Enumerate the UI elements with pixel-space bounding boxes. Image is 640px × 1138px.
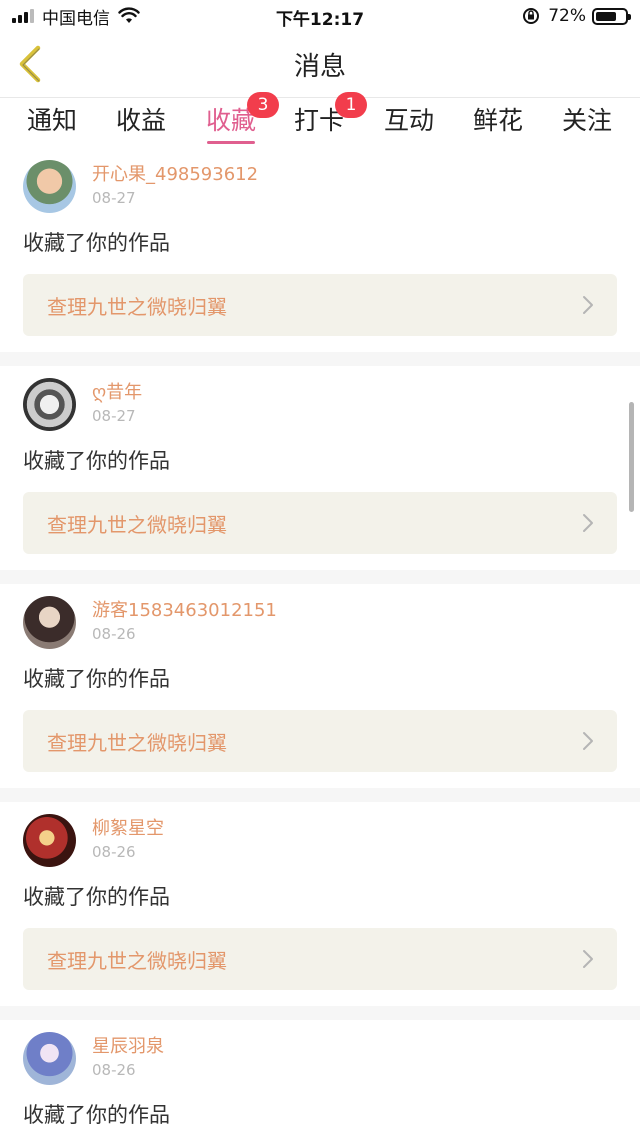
avatar[interactable]: [23, 595, 76, 649]
chevron-right-icon: [583, 296, 593, 314]
tab-follows[interactable]: 关注: [559, 104, 615, 146]
chevron-right-icon: [583, 732, 593, 750]
user-row: 游客1583463012151 08-26: [23, 592, 617, 652]
user-row: ღ昔年 08-27: [23, 374, 617, 434]
username[interactable]: 柳絮星空: [92, 817, 164, 841]
tab-bar: 通知 收益 收藏 3 打卡 1 互动 鲜花 关注: [0, 92, 640, 148]
battery-percent: 72%: [548, 6, 586, 26]
action-text: 收藏了你的作品: [23, 231, 170, 255]
tab-label: 互动: [383, 106, 434, 135]
work-title: 查理九世之微晓归翼: [47, 294, 227, 319]
user-row: 柳絮星空 08-26: [23, 810, 617, 870]
rotation-lock-icon: [523, 8, 540, 24]
tab-favorites[interactable]: 收藏 3: [203, 92, 279, 146]
list-item: 开心果_498593612 08-27 收藏了你的作品查理九世之微晓归翼: [0, 148, 640, 366]
tab-label: 通知: [26, 106, 77, 135]
status-bar: 中国电信 下午12:17 72%: [0, 0, 640, 32]
list-item: ღ昔年 08-27 收藏了你的作品查理九世之微晓归翼: [0, 366, 640, 584]
user-info: 开心果_498593612 08-27: [92, 163, 258, 209]
user-row: 星辰羽泉 08-26: [23, 1028, 617, 1088]
list-item: 游客1583463012151 08-26 收藏了你的作品查理九世之微晓归翼: [0, 584, 640, 802]
user-row: 开心果_498593612 08-27: [23, 156, 617, 216]
list-item: 柳絮星空 08-26 收藏了你的作品查理九世之微晓归翼: [0, 802, 640, 1020]
nav-bar: 消息: [0, 32, 640, 98]
action-text: 收藏了你的作品: [23, 449, 170, 473]
action-text: 收藏了你的作品: [23, 885, 170, 909]
work-title: 查理九世之微晓归翼: [47, 948, 227, 973]
avatar[interactable]: [23, 813, 76, 867]
message-date: 08-26: [92, 1061, 136, 1079]
message-date: 08-26: [92, 843, 136, 861]
page-title: 消息: [293, 52, 346, 82]
username[interactable]: ღ昔年: [92, 381, 142, 405]
user-info: 游客1583463012151 08-26: [92, 599, 277, 645]
work-title: 查理九世之微晓归翼: [47, 730, 227, 755]
avatar[interactable]: [23, 377, 76, 431]
user-info: 星辰羽泉 08-26: [92, 1035, 164, 1081]
avatar[interactable]: [23, 159, 76, 213]
message-date: 08-26: [92, 625, 136, 643]
battery-icon: [592, 7, 631, 25]
tab-badge: 1: [335, 92, 367, 118]
tab-badge: 3: [247, 92, 279, 118]
list-item: 星辰羽泉 08-26 收藏了你的作品: [0, 1020, 640, 1138]
chevron-right-icon: [583, 950, 593, 968]
message-date: 08-27: [92, 407, 136, 425]
tab-label: 关注: [561, 106, 612, 135]
username[interactable]: 星辰羽泉: [92, 1035, 164, 1059]
work-card[interactable]: 查理九世之微晓归翼: [23, 274, 617, 336]
action-text: 收藏了你的作品: [23, 1103, 170, 1127]
tab-label: 收益: [115, 106, 166, 135]
work-card[interactable]: 查理九世之微晓归翼: [23, 492, 617, 554]
work-card[interactable]: 查理九世之微晓归翼: [23, 710, 617, 772]
tab-checkin[interactable]: 打卡 1: [291, 92, 367, 146]
status-right: 72%: [522, 5, 631, 27]
username[interactable]: 开心果_498593612: [92, 163, 258, 187]
tab-earnings[interactable]: 收益: [113, 104, 169, 146]
user-info: ღ昔年 08-27: [92, 381, 142, 427]
user-info: 柳絮星空 08-26: [92, 817, 164, 863]
scrollbar[interactable]: [629, 402, 634, 512]
avatar[interactable]: [23, 1031, 76, 1085]
work-title: 查理九世之微晓归翼: [47, 512, 227, 537]
tab-flowers[interactable]: 鲜花: [470, 104, 526, 146]
chevron-right-icon: [583, 514, 593, 532]
message-date: 08-27: [92, 189, 136, 207]
tab-label: 鲜花: [472, 106, 523, 135]
message-list: 开心果_498593612 08-27 收藏了你的作品 查理九世之微晓归翼 ღ昔年 08-…: [0, 148, 640, 1138]
action-text: 收藏了你的作品: [23, 667, 170, 691]
tab-interactions[interactable]: 互动: [381, 104, 437, 146]
tab-notifications[interactable]: 通知: [24, 104, 80, 146]
work-card[interactable]: 查理九世之微晓归翼: [23, 928, 617, 990]
username[interactable]: 游客1583463012151: [92, 599, 277, 623]
active-tab-indicator: [207, 141, 255, 144]
